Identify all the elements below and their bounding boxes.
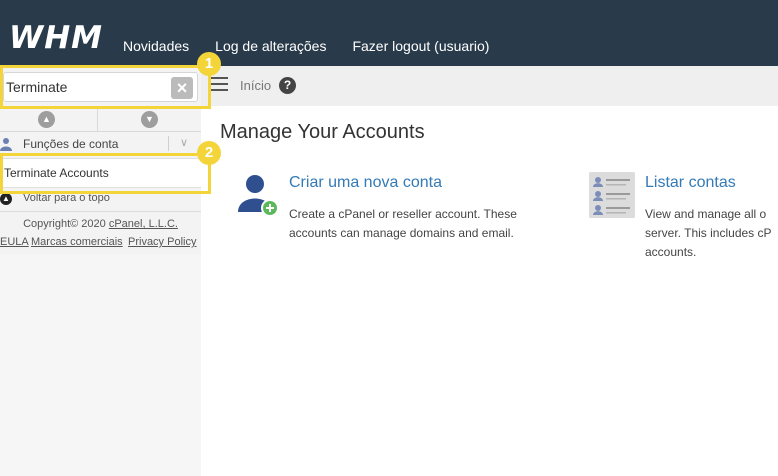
help-icon[interactable]: ? [279,77,296,94]
list-accounts-description: View and manage all o server. This inclu… [645,205,778,262]
description-line: Create a cPanel or reseller account. The… [289,207,517,221]
description-line: View and manage all o [645,207,767,221]
category-label: Funções de conta [23,137,119,151]
back-to-top-link[interactable]: ▲ Voltar para o topo [0,192,201,208]
page-title: Manage Your Accounts [220,121,425,143]
list-accounts-link[interactable]: Listar contas [645,174,736,192]
step-badge-1: 1 [197,52,221,76]
nav-changelog[interactable]: Log de alterações [215,37,326,55]
highlight-box-1 [0,65,211,109]
trademarks-link[interactable]: Marcas comerciais [31,236,123,248]
description-line: accounts can manage domains and email. [289,226,514,240]
highlight-box-2 [0,153,211,194]
breadcrumb-home[interactable]: Início [240,78,271,93]
description-line: accounts. [645,245,697,259]
top-bar: WHM Novidades Log de alterações Fazer lo… [0,0,778,66]
whm-logo[interactable]: WHM [9,20,103,56]
arrow-up-circle-icon: ▲ [0,193,12,205]
divider [168,136,169,151]
divider [0,211,201,212]
privacy-policy-link[interactable]: Privacy Policy [128,236,196,248]
nav-novidades[interactable]: Novidades [123,37,189,55]
user-icon [0,138,12,151]
eula-link[interactable]: EULA [0,236,29,248]
divider [97,109,98,131]
create-account-link[interactable]: Criar uma nova conta [289,174,442,192]
sidebar-scroll-controls: ▲ ▼ [0,108,201,132]
scroll-up-icon[interactable]: ▲ [38,111,55,128]
copyright: Copyright© 2020 cPanel, L.L.C. [0,218,201,230]
menu-icon[interactable] [211,77,228,91]
description-line: server. This includes cP [645,226,772,240]
sidebar-lower-area [0,254,201,476]
cpanel-link[interactable]: cPanel, L.L.C. [109,218,178,230]
step-badge-2: 2 [197,141,221,165]
create-account-description: Create a cPanel or reseller account. The… [289,205,539,243]
chevron-down-icon[interactable]: ∨ [180,136,188,149]
copyright-text: Copyright© 2020 [23,218,106,230]
list-accounts-icon[interactable] [589,172,635,218]
scroll-down-icon[interactable]: ▼ [141,111,158,128]
nav-logout[interactable]: Fazer logout (usuario) [352,37,489,55]
add-user-icon[interactable] [234,172,280,218]
top-nav: Novidades Log de alterações Fazer logout… [123,37,489,55]
